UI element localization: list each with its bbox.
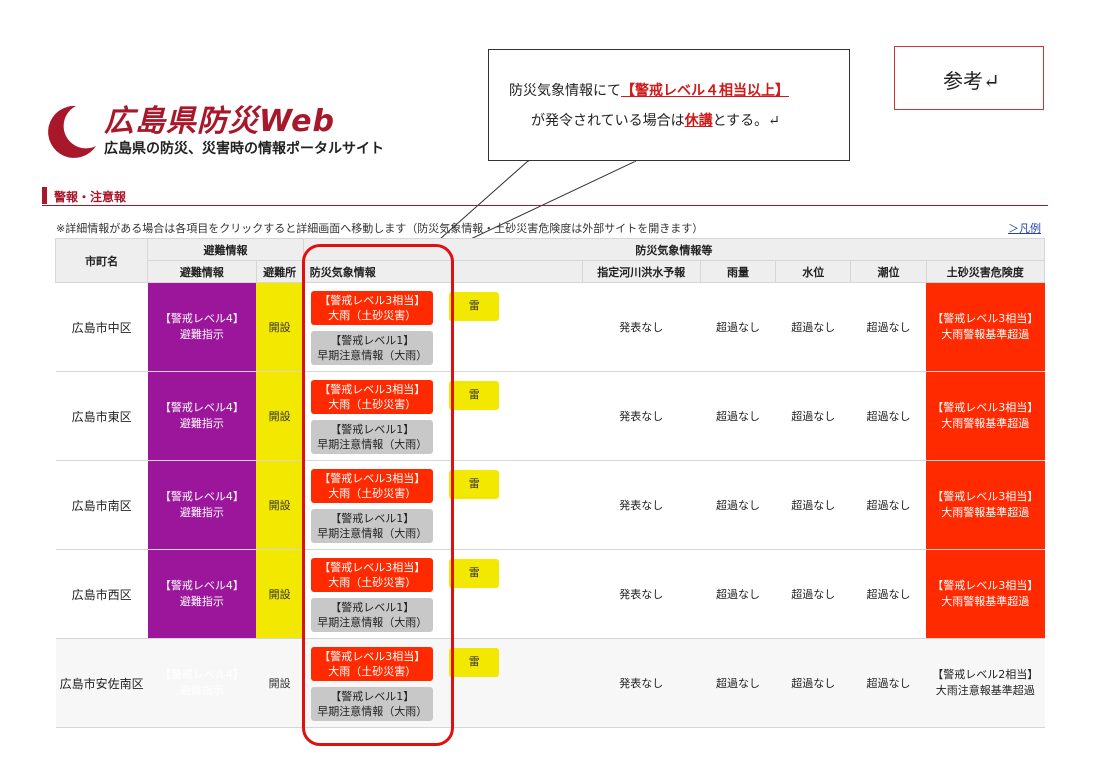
- callout-text: が発令されている場合は: [531, 113, 685, 129]
- thunder-badge[interactable]: 雷: [449, 292, 500, 321]
- landslide-risk[interactable]: 【警戒レベル3相当】 大雨警報基準超過: [926, 282, 1045, 372]
- tide-status[interactable]: 超過なし: [850, 460, 927, 550]
- river-forecast[interactable]: 発表なし: [582, 282, 701, 372]
- weather-warning-badge[interactable]: 【警戒レベル3相当】 大雨（土砂災害）: [311, 291, 434, 325]
- legend-link[interactable]: ＞凡例: [1008, 220, 1041, 236]
- early-warning-badge[interactable]: 【警戒レベル1】 早期注意情報（大雨）: [311, 509, 434, 543]
- header-tide: 潮位: [850, 260, 927, 283]
- weather-info-cell: 【警戒レベル3相当】 大雨（土砂災害） 【警戒レベル1】 早期注意情報（大雨） 雷: [303, 460, 583, 550]
- header-weather-info: 防災気象情報: [302, 260, 583, 283]
- weather-info-cell: 【警戒レベル3相当】 大雨（土砂災害） 【警戒レベル1】 早期注意情報（大雨） 雷: [303, 371, 583, 461]
- header-shelter: 避難所: [255, 260, 304, 283]
- weather-info-cell: 【警戒レベル3相当】 大雨（土砂災害） 【警戒レベル1】 早期注意情報（大雨） 雷: [303, 549, 583, 639]
- weather-warning-badge[interactable]: 【警戒レベル3相当】 大雨（土砂災害）: [311, 380, 434, 414]
- weather-warning-badge[interactable]: 【警戒レベル3相当】 大雨（土砂災害）: [311, 558, 434, 592]
- weather-info-cell: 【警戒レベル3相当】 大雨（土砂災害） 【警戒レベル1】 早期注意情報（大雨） 雷: [303, 282, 583, 372]
- landslide-risk[interactable]: 【警戒レベル3相当】 大雨警報基準超過: [926, 460, 1045, 550]
- header-evac-group: 避難情報: [147, 238, 304, 261]
- landslide-risk[interactable]: 【警戒レベル3相当】 大雨警報基準超過: [926, 549, 1045, 639]
- shelter-status[interactable]: 開設: [256, 460, 304, 550]
- table-row[interactable]: 広島市東区 【警戒レベル4】 避難指示 開設 【警戒レベル3相当】 大雨（土砂災害） 【警戒…: [55, 371, 1045, 461]
- callout-text: 防災気象情報にて: [509, 83, 621, 99]
- table-row[interactable]: 広島市安佐南区 【警戒レベル4】 避難指示 開設 【警戒レベル3相当】 大雨（土砂災害）【…: [55, 638, 1045, 728]
- shelter-status[interactable]: 開設: [256, 282, 304, 372]
- info-note: ※詳細情報がある場合は各項目をクリックすると詳細画面へ移動します（防災気象情報・…: [56, 222, 704, 235]
- water-level-status[interactable]: 超過なし: [775, 460, 851, 550]
- evacuation-status[interactable]: 【警戒レベル4】 避難指示: [147, 638, 257, 728]
- river-forecast[interactable]: 発表なし: [582, 371, 701, 461]
- tide-status[interactable]: 超過なし: [850, 638, 927, 728]
- section-bar: [42, 187, 47, 204]
- city-name[interactable]: 広島市安佐南区: [55, 638, 148, 728]
- callout-emphasis: 【警戒レベル４相当以上】: [621, 83, 789, 99]
- city-name[interactable]: 広島市東区: [55, 371, 148, 461]
- annotation-callout: 防災気象情報にて【警戒レベル４相当以上】 が発令されている場合は休講とする。↵: [488, 49, 850, 161]
- callout-text: とする。↵: [712, 113, 780, 129]
- reference-label: 参考↵: [943, 69, 1000, 93]
- weather-warning-badge[interactable]: 【警戒レベル3相当】 大雨（土砂災害）: [311, 647, 434, 681]
- thunder-badge[interactable]: 雷: [449, 648, 500, 677]
- water-level-status[interactable]: 超過なし: [775, 282, 851, 372]
- evacuation-status[interactable]: 【警戒レベル4】 避難指示: [147, 282, 257, 372]
- section-header: 警報・注意報: [42, 187, 1048, 206]
- water-level-status[interactable]: 超過なし: [775, 549, 851, 639]
- evacuation-status[interactable]: 【警戒レベル4】 避難指示: [147, 549, 257, 639]
- crescent-logo-icon: [48, 105, 96, 158]
- rain-status[interactable]: 超過なし: [700, 638, 776, 728]
- site-title: 広島県防災Web: [104, 104, 335, 139]
- weather-warning-badge[interactable]: 【警戒レベル3相当】 大雨（土砂災害）: [311, 469, 434, 503]
- water-level-status[interactable]: 超過なし: [775, 638, 851, 728]
- rain-status[interactable]: 超過なし: [700, 549, 776, 639]
- shelter-status[interactable]: 開設: [256, 638, 304, 728]
- rain-status[interactable]: 超過なし: [700, 460, 776, 550]
- evacuation-status[interactable]: 【警戒レベル4】 避難指示: [147, 460, 257, 550]
- shelter-status[interactable]: 開設: [256, 549, 304, 639]
- tide-status[interactable]: 超過なし: [850, 282, 927, 372]
- city-name[interactable]: 広島市西区: [55, 549, 148, 639]
- header-city: 市町名: [54, 238, 149, 283]
- reference-box: 参考↵: [894, 46, 1044, 110]
- tide-status[interactable]: 超過なし: [850, 549, 927, 639]
- early-warning-badge[interactable]: 【警戒レベル1】 早期注意情報（大雨）: [311, 331, 434, 365]
- rain-status[interactable]: 超過なし: [700, 282, 776, 372]
- thunder-badge[interactable]: 雷: [449, 381, 500, 410]
- landslide-risk[interactable]: 【警戒レベル2相当】 大雨注意報基準超過: [926, 638, 1045, 728]
- header-weather-group: 防災気象情報等: [302, 238, 1046, 261]
- early-warning-badge[interactable]: 【警戒レベル1】 早期注意情報（大雨）: [311, 687, 434, 721]
- header-landslide: 土砂災害危険度: [925, 260, 1046, 283]
- evacuation-status[interactable]: 【警戒レベル4】 避難指示: [147, 371, 257, 461]
- river-forecast[interactable]: 発表なし: [582, 638, 701, 728]
- river-forecast[interactable]: 発表なし: [582, 460, 701, 550]
- site-logo[interactable]: 広島県防災Web 広島県の防災、災害時の情報ポータルサイト: [40, 96, 440, 166]
- water-level-status[interactable]: 超過なし: [775, 371, 851, 461]
- thunder-badge[interactable]: 雷: [449, 470, 500, 499]
- rain-status[interactable]: 超過なし: [700, 371, 776, 461]
- warnings-table: 市町名 避難情報 防災気象情報等 避難情報 避難所 防災気象情報 指定河川洪水予…: [54, 238, 1046, 728]
- city-name[interactable]: 広島市南区: [55, 460, 148, 550]
- city-name[interactable]: 広島市中区: [55, 282, 148, 372]
- header-water: 水位: [775, 260, 852, 283]
- header-evac-info: 避難情報: [147, 260, 257, 283]
- table-row[interactable]: 広島市南区 【警戒レベル4】 避難指示 開設 【警戒レベル3相当】 大雨（土砂災害） 【警戒…: [55, 460, 1045, 550]
- weather-info-cell: 【警戒レベル3相当】 大雨（土砂災害） 【警戒レベル1】 早期注意情報（大雨） 雷: [303, 638, 583, 728]
- header-rain: 雨量: [699, 260, 777, 283]
- thunder-badge[interactable]: 雷: [449, 559, 500, 588]
- early-warning-badge[interactable]: 【警戒レベル1】 早期注意情報（大雨）: [311, 598, 434, 632]
- early-warning-badge[interactable]: 【警戒レベル1】 早期注意情報（大雨）: [311, 420, 434, 454]
- callout-emphasis: 休講: [684, 113, 713, 129]
- table-row[interactable]: 広島市西区 【警戒レベル4】 避難指示 開設 【警戒レベル3相当】 大雨（土砂災害） 【警戒…: [55, 549, 1045, 639]
- site-subtitle: 広島県の防災、災害時の情報ポータルサイト: [104, 141, 384, 157]
- shelter-status[interactable]: 開設: [256, 371, 304, 461]
- river-forecast[interactable]: 発表なし: [582, 549, 701, 639]
- header-river: 指定河川洪水予報: [581, 260, 701, 283]
- tide-status[interactable]: 超過なし: [850, 371, 927, 461]
- table-row[interactable]: 広島市中区 【警戒レベル4】 避難指示 開設 【警戒レベル3相当】 大雨（土砂災害） 【警戒…: [55, 282, 1045, 372]
- landslide-risk[interactable]: 【警戒レベル3相当】 大雨警報基準超過: [926, 371, 1045, 461]
- section-title: 警報・注意報: [54, 190, 127, 204]
